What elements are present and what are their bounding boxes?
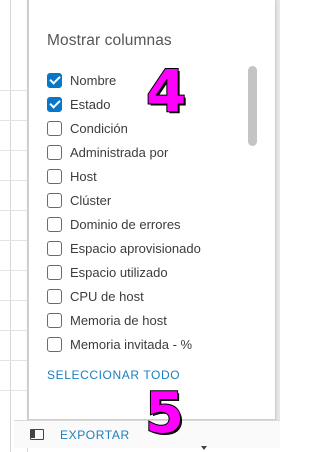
checkbox-checked-icon[interactable]	[47, 72, 62, 88]
step-marker-5: 5	[144, 381, 185, 446]
checkbox-icon[interactable]	[47, 216, 62, 232]
column-option-label: Espacio utilizado	[70, 264, 168, 280]
column-option-label: Memoria de host	[70, 312, 167, 328]
column-option[interactable]: Administrada por	[47, 140, 247, 164]
column-option-label: CPU de host	[70, 288, 144, 304]
export-button[interactable]: EXPORTAR	[60, 428, 130, 442]
checkbox-icon[interactable]	[47, 240, 62, 256]
column-option[interactable]: Memoria de host	[47, 308, 247, 332]
column-option-label: Host	[70, 168, 97, 184]
cursor-caret-icon	[201, 446, 207, 450]
columns-icon[interactable]	[30, 429, 44, 440]
column-option-label: Espacio aprovisionado	[70, 240, 201, 256]
checkbox-icon[interactable]	[47, 168, 62, 184]
checkbox-icon[interactable]	[47, 288, 62, 304]
column-option-label: Nombre	[70, 72, 117, 88]
checkbox-checked-icon[interactable]	[47, 96, 62, 112]
step-marker-4: 4	[145, 57, 187, 125]
column-option[interactable]	[47, 356, 247, 360]
column-option[interactable]: Dominio de errores	[47, 212, 247, 236]
scroll-thumb[interactable]	[248, 66, 257, 146]
select-all-button[interactable]: SELECCIONAR TODO	[47, 368, 180, 382]
column-option-label: Estado	[70, 96, 111, 112]
column-option-label: Dominio de errores	[70, 216, 181, 232]
checkbox-icon[interactable]	[47, 264, 62, 280]
column-option[interactable]: Espacio aprovisionado	[47, 236, 247, 260]
background-table	[0, 0, 28, 452]
column-option[interactable]: Clúster	[47, 188, 247, 212]
column-option-label: Condición	[70, 120, 128, 136]
background-edge	[276, 0, 280, 420]
column-list-scrollbar[interactable]	[247, 66, 257, 362]
panel-title: Mostrar columnas	[47, 32, 172, 49]
column-option[interactable]: Espacio utilizado	[47, 260, 247, 284]
column-option[interactable]: Host	[47, 164, 247, 188]
column-option-label: Administrada por	[70, 144, 169, 160]
checkbox-icon[interactable]	[47, 192, 62, 208]
checkbox-icon[interactable]	[47, 120, 62, 136]
column-option[interactable]: Memoria invitada - %	[47, 332, 247, 356]
checkbox-icon[interactable]	[47, 336, 62, 352]
column-option-label: Memoria invitada - %	[70, 336, 193, 352]
checkbox-icon[interactable]	[47, 144, 62, 160]
column-option[interactable]: CPU de host	[47, 284, 247, 308]
checkbox-icon[interactable]	[47, 312, 62, 328]
column-option-label: Clúster	[70, 192, 112, 208]
